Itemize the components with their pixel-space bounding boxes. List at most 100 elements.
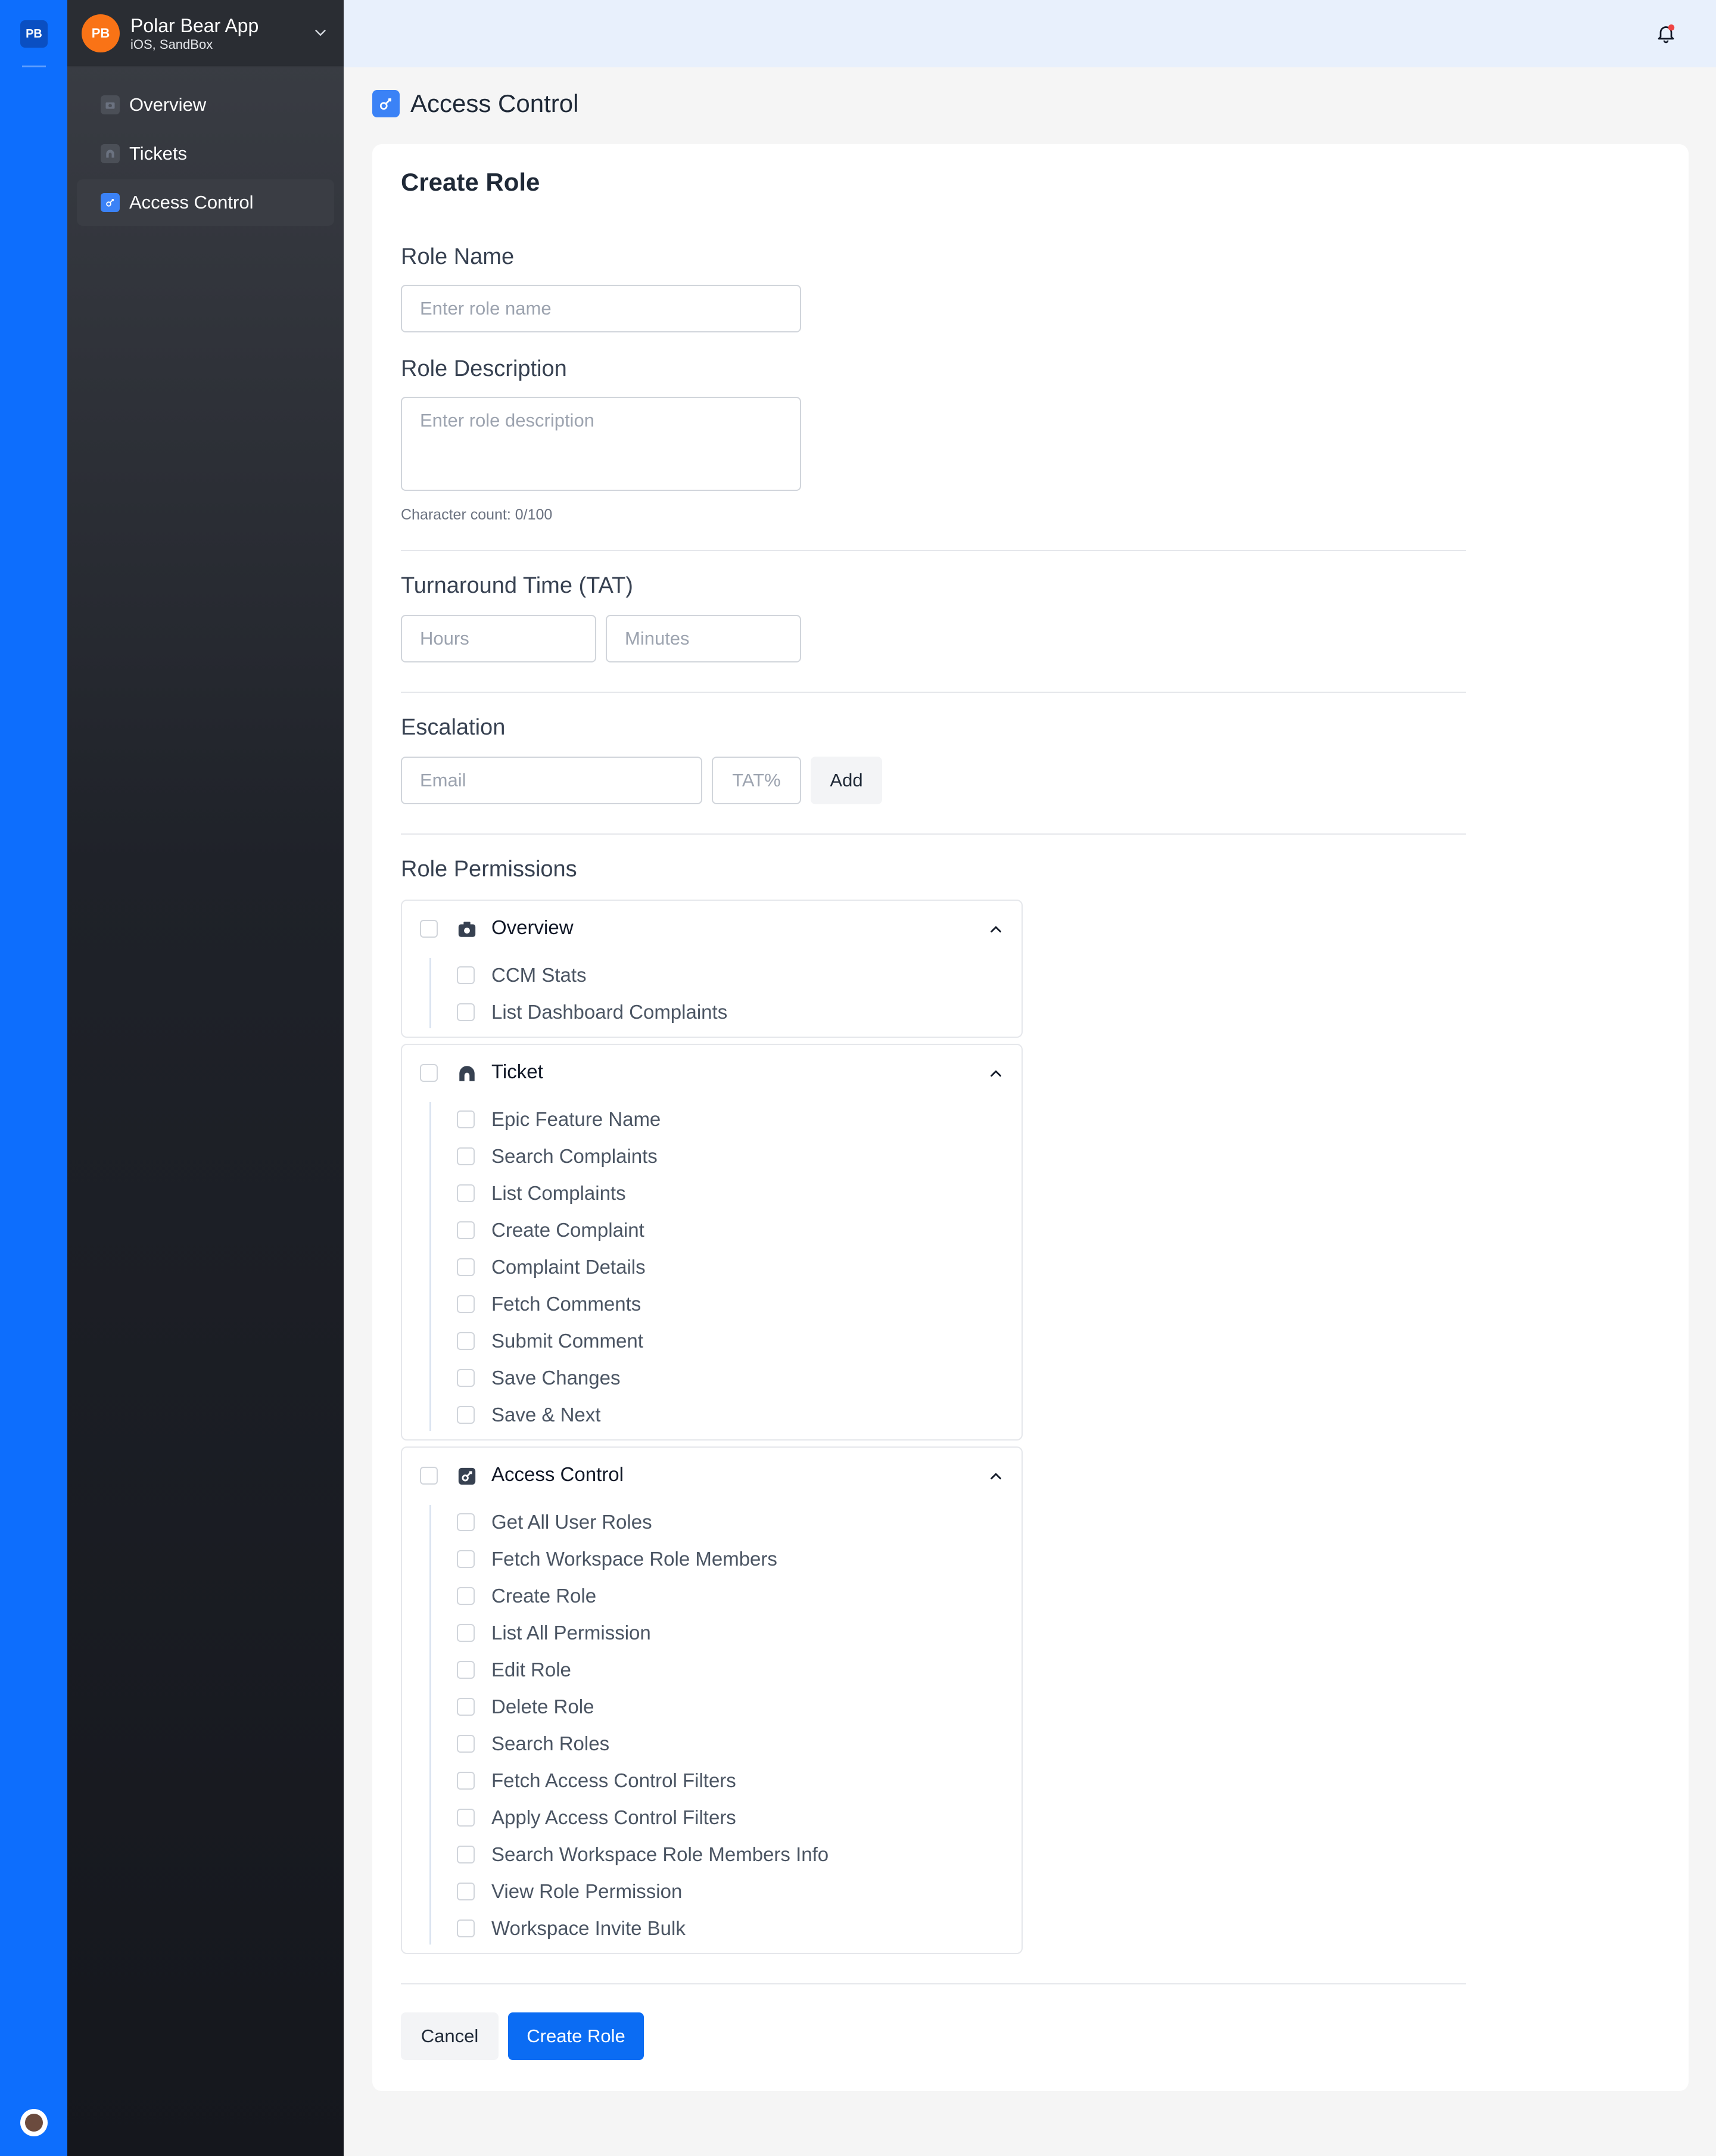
- key-icon: [372, 90, 400, 117]
- permission-item[interactable]: Fetch Comments: [402, 1287, 1021, 1324]
- permission-item[interactable]: CCM Stats: [402, 958, 1021, 995]
- camera-icon: [458, 922, 476, 937]
- permission-item[interactable]: List All Permission: [402, 1616, 1021, 1653]
- permission-item[interactable]: Apply Access Control Filters: [402, 1800, 1021, 1837]
- permission-group-header[interactable]: Access Control: [402, 1448, 1021, 1505]
- permission-item[interactable]: Edit Role: [402, 1653, 1021, 1690]
- permission-checkbox[interactable]: [457, 1003, 475, 1021]
- role-name-label: Role Name: [401, 244, 515, 269]
- permission-checkbox[interactable]: [457, 1147, 475, 1165]
- permission-group-ticket: Ticket Epic Feature Name Search Complain…: [401, 1044, 1023, 1441]
- role-description-label: Role Description: [401, 356, 567, 381]
- create-role-button[interactable]: Create Role: [508, 2012, 644, 2060]
- permission-item[interactable]: Fetch Workspace Role Members: [402, 1542, 1021, 1579]
- permission-checkbox[interactable]: [457, 1919, 475, 1937]
- group-checkbox[interactable]: [420, 1064, 438, 1082]
- sidebar: PB Polar Bear App iOS, SandBox Overview …: [67, 0, 344, 2156]
- permission-checkbox[interactable]: [457, 1221, 475, 1239]
- permission-checkbox[interactable]: [457, 1184, 475, 1202]
- permission-item[interactable]: Save & Next: [402, 1398, 1021, 1435]
- permission-checkbox[interactable]: [457, 1624, 475, 1642]
- permission-label: Fetch Comments: [491, 1293, 641, 1315]
- permission-checkbox[interactable]: [457, 1661, 475, 1679]
- sidebar-item-overview[interactable]: Overview: [77, 82, 334, 128]
- permission-label: Search Workspace Role Members Info: [491, 1843, 829, 1865]
- permission-checkbox[interactable]: [457, 1772, 475, 1790]
- permission-checkbox[interactable]: [457, 1550, 475, 1568]
- permission-item[interactable]: Epic Feature Name: [402, 1102, 1021, 1139]
- permission-checkbox[interactable]: [457, 1698, 475, 1716]
- app-logo: PB: [82, 14, 120, 52]
- create-role-card: Create Role Role Name Enter role name Ro…: [372, 144, 1689, 2091]
- escalation-tat-percent-input[interactable]: TAT%: [712, 757, 801, 804]
- permission-label: Save & Next: [491, 1404, 601, 1426]
- permission-item[interactable]: Search Workspace Role Members Info: [402, 1837, 1021, 1874]
- permission-label: Search Complaints: [491, 1145, 658, 1167]
- sidebar-item-label: Overview: [129, 94, 207, 115]
- key-icon: [458, 1467, 476, 1485]
- user-avatar[interactable]: [20, 2109, 48, 2136]
- permission-label: Delete Role: [491, 1695, 594, 1718]
- permission-item[interactable]: Create Complaint: [402, 1213, 1021, 1250]
- workspace-badge[interactable]: PB: [20, 20, 48, 48]
- permission-checkbox[interactable]: [457, 1258, 475, 1276]
- permission-label: Complaint Details: [491, 1256, 646, 1278]
- chevron-up-icon[interactable]: [987, 1467, 1005, 1485]
- permission-item[interactable]: Complaint Details: [402, 1250, 1021, 1287]
- permission-item[interactable]: Workspace Invite Bulk: [402, 1911, 1021, 1948]
- permission-checkbox[interactable]: [457, 1809, 475, 1827]
- sidebar-item-tickets[interactable]: Tickets: [77, 130, 334, 177]
- permission-group-header[interactable]: Ticket: [402, 1045, 1021, 1102]
- permission-checkbox[interactable]: [457, 1406, 475, 1424]
- chevron-up-icon[interactable]: [987, 920, 1005, 938]
- permission-checkbox[interactable]: [457, 1513, 475, 1531]
- role-name-input[interactable]: Enter role name: [401, 285, 801, 332]
- permission-checkbox[interactable]: [457, 1846, 475, 1863]
- permission-group-title: Ticket: [491, 1060, 543, 1082]
- permission-checkbox[interactable]: [457, 1369, 475, 1387]
- group-checkbox[interactable]: [420, 1467, 438, 1485]
- notification-bell-icon[interactable]: [1655, 23, 1677, 44]
- permission-checkbox[interactable]: [457, 1110, 475, 1128]
- minutes-input[interactable]: Minutes: [606, 615, 801, 662]
- permission-item[interactable]: Search Roles: [402, 1726, 1021, 1763]
- permission-label: Get All User Roles: [491, 1511, 652, 1533]
- escalation-email-input[interactable]: Email: [401, 757, 702, 804]
- permission-item[interactable]: Fetch Access Control Filters: [402, 1763, 1021, 1800]
- permission-checkbox[interactable]: [457, 1332, 475, 1350]
- permission-group-overview: Overview CCM Stats List Dashboard Compla…: [401, 900, 1023, 1038]
- permission-item[interactable]: Submit Comment: [402, 1324, 1021, 1361]
- cancel-button[interactable]: Cancel: [401, 2012, 499, 2060]
- add-escalation-button[interactable]: Add: [811, 757, 882, 804]
- role-description-textarea[interactable]: Enter role description: [401, 397, 801, 491]
- camera-icon: [101, 95, 120, 114]
- permission-group-header[interactable]: Overview: [402, 901, 1021, 958]
- permission-item[interactable]: Delete Role: [402, 1690, 1021, 1726]
- permission-item[interactable]: Create Role: [402, 1579, 1021, 1616]
- chevron-down-icon[interactable]: [312, 24, 329, 42]
- permission-item[interactable]: View Role Permission: [402, 1874, 1021, 1911]
- permission-checkbox[interactable]: [457, 1883, 475, 1900]
- permission-item[interactable]: Save Changes: [402, 1361, 1021, 1398]
- app-switcher[interactable]: PB Polar Bear App iOS, SandBox: [67, 0, 344, 67]
- permission-label: Epic Feature Name: [491, 1108, 661, 1130]
- permission-group-title: Access Control: [491, 1463, 624, 1485]
- permission-item[interactable]: List Complaints: [402, 1176, 1021, 1213]
- permission-checkbox[interactable]: [457, 966, 475, 984]
- permission-label: Save Changes: [491, 1367, 621, 1389]
- permission-checkbox[interactable]: [457, 1587, 475, 1605]
- permission-item[interactable]: Search Complaints: [402, 1139, 1021, 1176]
- sidebar-item-access-control[interactable]: Access Control: [77, 179, 334, 226]
- chevron-up-icon[interactable]: [987, 1065, 1005, 1082]
- page-header: Access Control: [372, 89, 578, 118]
- permission-checkbox[interactable]: [457, 1295, 475, 1313]
- permission-label: List All Permission: [491, 1622, 651, 1644]
- permission-item[interactable]: Get All User Roles: [402, 1505, 1021, 1542]
- permission-checkbox[interactable]: [457, 1735, 475, 1753]
- permission-label: List Dashboard Complaints: [491, 1001, 728, 1023]
- hours-input[interactable]: Hours: [401, 615, 596, 662]
- permission-item[interactable]: List Dashboard Complaints: [402, 995, 1021, 1032]
- group-checkbox[interactable]: [420, 920, 438, 938]
- permission-label: Apply Access Control Filters: [491, 1806, 736, 1828]
- avatar-image: [25, 2114, 43, 2132]
